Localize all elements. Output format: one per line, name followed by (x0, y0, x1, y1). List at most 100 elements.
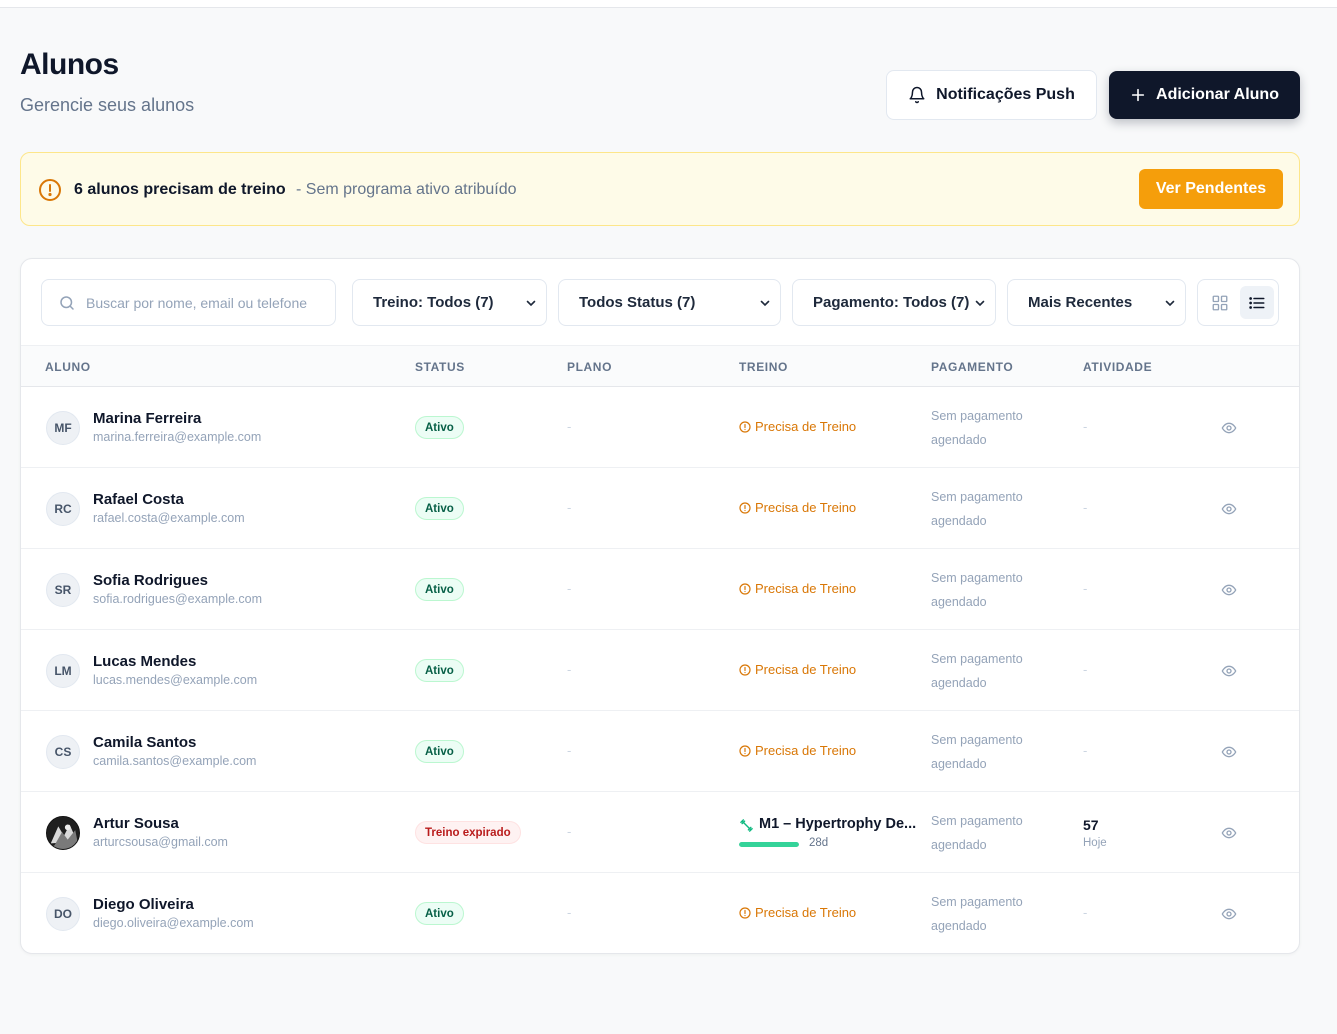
column-header-status[interactable]: STATUS (415, 360, 465, 374)
eye-icon[interactable] (1221, 420, 1237, 436)
payment-status-line2: agendado (931, 433, 987, 447)
eye-icon[interactable] (1221, 744, 1237, 760)
activity-date: Hoje (1083, 837, 1107, 849)
plan-value: - (567, 662, 572, 677)
sort-select[interactable]: Mais Recentes (1007, 279, 1186, 326)
table-row[interactable]: LM Lucas Mendes lucas.mendes@example.com… (21, 630, 1299, 711)
alert-circle-icon (739, 501, 751, 514)
avatar-photo (47, 817, 79, 849)
chevron-down-icon (526, 300, 536, 306)
column-header-aluno[interactable]: ALUNO (45, 360, 91, 374)
eye-icon[interactable] (1221, 501, 1237, 517)
view-pending-button[interactable]: Ver Pendentes (1139, 169, 1283, 209)
plan-value: - (567, 419, 572, 434)
push-notifications-button[interactable]: Notificações Push (886, 70, 1097, 120)
alert-title: 6 alunos precisam de treino (74, 181, 286, 198)
search-input[interactable] (86, 280, 326, 325)
avatar: LM (46, 654, 80, 688)
needs-workout-text: Precisa de Treino (755, 662, 857, 677)
grid-icon (1212, 295, 1228, 310)
plan-value: - (567, 743, 572, 758)
avatar: DO (46, 897, 80, 931)
treino-filter-value: Treino: Todos (7) (373, 294, 494, 311)
table-row[interactable]: MF Marina Ferreira marina.ferreira@examp… (21, 387, 1299, 468)
status-badge: Treino expirado (415, 821, 521, 844)
column-header-plano[interactable]: PLANO (567, 360, 612, 374)
needs-workout-label: Precisa de Treino (739, 581, 856, 596)
student-email: lucas.mendes@example.com (93, 673, 258, 687)
payment-filter-value: Pagamento: Todos (7) (813, 294, 970, 311)
needs-workout-label: Precisa de Treino (739, 500, 856, 515)
program-progress-fill (739, 842, 799, 847)
alert-circle-icon (739, 663, 751, 676)
avatar: RC (46, 492, 80, 526)
payment-filter-select[interactable]: Pagamento: Todos (7) (792, 279, 996, 326)
student-email: arturcsousa@gmail.com (93, 835, 228, 849)
table-row[interactable]: DO Diego Oliveira diego.oliveira@example… (21, 873, 1299, 954)
student-name[interactable]: Sofia Rodrigues (93, 572, 208, 589)
chevron-down-icon (760, 300, 770, 306)
add-student-button[interactable]: Adicionar Aluno (1109, 71, 1300, 119)
table-row[interactable]: SR Sofia Rodrigues sofia.rodrigues@examp… (21, 549, 1299, 630)
activity-value: - (1083, 662, 1088, 677)
students-card: Treino: Todos (7) Todos Status (7) Pagam… (20, 258, 1300, 954)
add-student-label: Adicionar Aluno (1156, 86, 1279, 103)
needs-workout-text: Precisa de Treino (755, 743, 857, 758)
status-badge: Ativo (415, 416, 464, 439)
eye-icon[interactable] (1221, 825, 1237, 841)
eye-icon[interactable] (1221, 663, 1237, 679)
student-name[interactable]: Camila Santos (93, 734, 196, 751)
column-header-atividade[interactable]: ATIVIDADE (1083, 360, 1152, 374)
payment-status: Sem pagamento (931, 571, 1023, 585)
student-name[interactable]: Artur Sousa (93, 815, 179, 832)
avatar: MF (46, 411, 80, 445)
status-badge: Ativo (415, 902, 464, 925)
dumbbell-icon (740, 819, 753, 832)
student-email: marina.ferreira@example.com (93, 430, 262, 444)
program-name[interactable]: M1 – Hypertrophy De... (759, 816, 916, 832)
activity-value: - (1083, 905, 1088, 920)
student-name[interactable]: Diego Oliveira (93, 896, 194, 913)
needs-workout-label: Precisa de Treino (739, 419, 856, 434)
needs-workout-text: Precisa de Treino (755, 419, 857, 434)
chevron-down-icon (1165, 300, 1175, 306)
program-progress-bar (739, 842, 799, 847)
student-name[interactable]: Rafael Costa (93, 491, 184, 508)
table-header: ALUNO STATUS PLANO TREINO PAGAMENTO ATIV… (21, 345, 1299, 387)
student-email: sofia.rodrigues@example.com (93, 592, 263, 606)
push-notifications-label: Notificações Push (936, 86, 1075, 103)
payment-status: Sem pagamento (931, 652, 1023, 666)
plan-value: - (567, 500, 572, 515)
plan-value: - (567, 581, 572, 596)
table-row[interactable]: RC Rafael Costa rafael.costa@example.com… (21, 468, 1299, 549)
treino-filter-select[interactable]: Treino: Todos (7) (352, 279, 547, 326)
list-icon (1249, 296, 1265, 309)
avatar (46, 816, 80, 850)
student-email: diego.oliveira@example.com (93, 916, 254, 930)
payment-status-line2: agendado (931, 595, 987, 609)
alert-circle-icon (739, 582, 751, 595)
grid-view-button[interactable] (1204, 286, 1236, 319)
activity-value: - (1083, 419, 1088, 434)
table-row[interactable]: CS Camila Santos camila.santos@example.c… (21, 711, 1299, 792)
student-name[interactable]: Lucas Mendes (93, 653, 196, 670)
needs-workout-label: Precisa de Treino (739, 905, 856, 920)
top-bar (0, 0, 1337, 8)
student-email: rafael.costa@example.com (93, 511, 245, 525)
needs-workout-text: Precisa de Treino (755, 581, 857, 596)
table-row[interactable]: Artur Sousa arturcsousa@gmail.com Treino… (21, 792, 1299, 873)
column-header-pagamento[interactable]: PAGAMENTO (931, 360, 1013, 374)
list-view-button[interactable] (1240, 286, 1274, 319)
page-title: Alunos (20, 48, 119, 81)
needs-workout-label: Precisa de Treino (739, 743, 856, 758)
activity-value: - (1083, 500, 1088, 515)
eye-icon[interactable] (1221, 906, 1237, 922)
payment-status: Sem pagamento (931, 814, 1023, 828)
eye-icon[interactable] (1221, 582, 1237, 598)
column-header-treino[interactable]: TREINO (739, 360, 788, 374)
student-email: camila.santos@example.com (93, 754, 257, 768)
status-filter-select[interactable]: Todos Status (7) (558, 279, 781, 326)
status-badge: Ativo (415, 740, 464, 763)
payment-status: Sem pagamento (931, 733, 1023, 747)
student-name[interactable]: Marina Ferreira (93, 410, 201, 427)
